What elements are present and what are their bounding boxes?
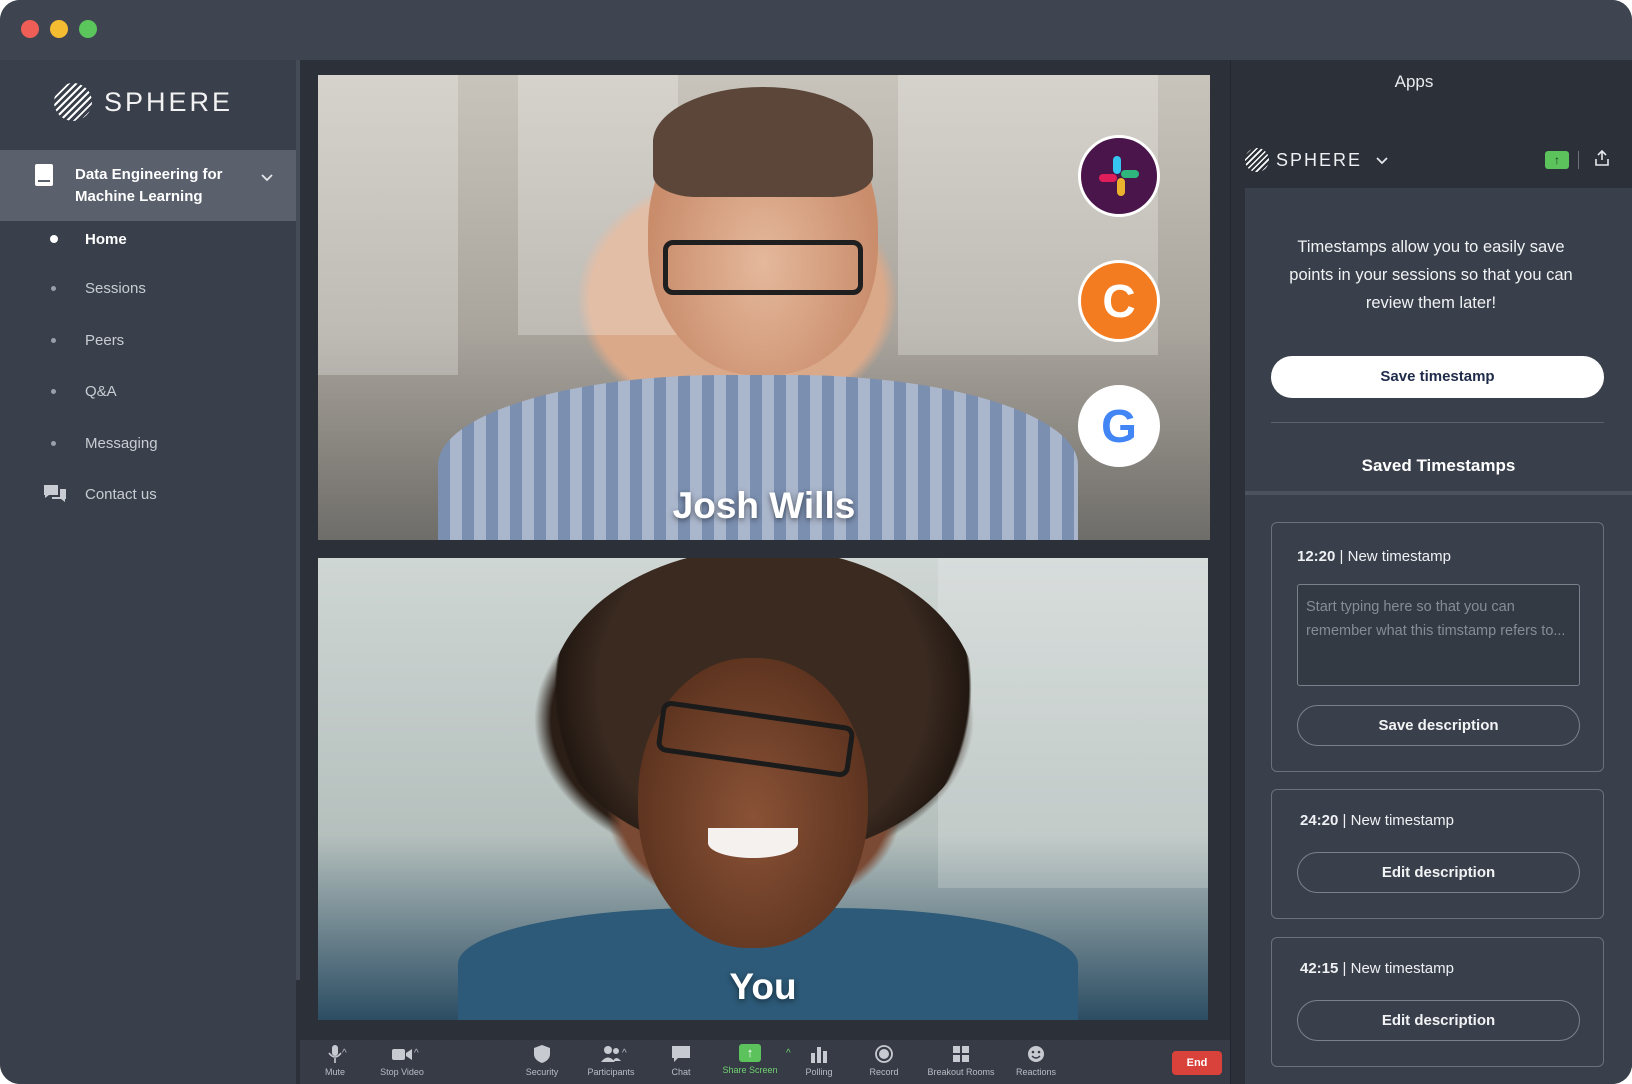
chevron-up-icon[interactable]: ^ [414,1048,419,1059]
chevron-up-icon[interactable]: ^ [342,1048,347,1059]
share-icon[interactable] [1595,150,1609,166]
shield-icon [534,1045,550,1063]
sidebar-item-qa[interactable]: Q&A [0,373,296,409]
video-camera-icon [392,1049,412,1060]
sidebar-item-label: Messaging [85,434,158,452]
bar-chart-icon [811,1047,827,1063]
divider [1271,422,1604,423]
end-meeting-button[interactable]: End [1172,1051,1222,1075]
bullet-icon [51,337,56,343]
apps-panel: Apps SPHERE ↑ Timestamps allow you to ea… [1231,60,1632,1084]
video-tile-you[interactable]: You [318,558,1208,1020]
tool-label: Stop Video [380,1067,424,1077]
sidebar-item-contact-us[interactable]: Contact us [0,476,296,512]
participant-glasses [663,240,863,295]
reactions-button[interactable]: Reactions [991,1044,1081,1077]
participant-name: Josh Wills [672,485,856,526]
sidebar-item-home[interactable]: Home [0,221,296,257]
timestamp-card: 12:20 | New timestamp Start typing here … [1271,522,1604,772]
timestamp-heading: 42:15 | New timestamp [1300,960,1454,977]
sidebar-item-label: Home [85,230,127,248]
intro-text: Timestamps allow you to easily save poin… [1289,238,1573,312]
edit-description-button[interactable]: Edit description [1297,1000,1580,1041]
book-icon [35,164,53,186]
participant-hair [653,87,873,197]
timestamp-time: 12:20 [1297,548,1336,565]
chevron-down-icon [261,174,273,182]
chat-icon [672,1046,690,1062]
timestamp-title: New timestamp [1350,960,1454,977]
bullet-icon [51,388,56,394]
timestamp-card: 24:20 | New timestamp Edit description [1271,789,1604,919]
chevron-down-icon[interactable] [1376,154,1388,166]
sidebar-item-messaging[interactable]: Messaging [0,425,296,461]
sidebar-item-sessions[interactable]: Sessions [0,270,296,306]
timestamp-heading: 12:20 | New timestamp [1297,548,1451,565]
divider [1245,491,1632,495]
record-icon [875,1045,893,1063]
c-app-button[interactable]: C [1078,260,1160,342]
app-window: SPHERE Data Engineering for Machine Lear… [0,0,1632,1084]
upload-icon[interactable]: ↑ [1545,151,1569,169]
video-area: Josh Wills C G You Mute ^ Stop Video ^ S… [300,60,1230,1084]
timestamp-description-input[interactable]: Start typing here so that you can rememb… [1297,584,1580,686]
emoji-icon [1028,1046,1044,1062]
participant-name: You [729,966,797,1007]
save-timestamp-button[interactable]: Save timestamp [1271,356,1604,398]
sidebar: SPHERE Data Engineering for Machine Lear… [0,60,298,1084]
video-tile-josh[interactable]: Josh Wills C G [318,75,1210,540]
background-window [938,558,1208,888]
course-title: Data Engineering for Machine Learning [75,166,223,205]
chat-bubbles-icon [44,485,66,502]
participants-icon [601,1046,621,1062]
timestamp-heading: 24:20 | New timestamp [1300,812,1454,829]
c-logo-icon: C [1102,275,1136,327]
tool-label: Reactions [1015,1067,1057,1077]
sphere-logo-icon [54,83,92,121]
bullet-icon [51,440,56,446]
sidebar-item-label: Contact us [85,485,157,503]
timestamp-time: 24:20 [1300,812,1339,829]
maximize-window-button[interactable] [79,20,97,38]
timestamps-panel: Timestamps allow you to easily save poin… [1245,188,1632,1084]
title-bar [0,0,1632,60]
timestamp-title: New timestamp [1347,548,1451,565]
participant-smile [708,828,798,858]
sidebar-item-label: Peers [85,331,125,349]
brand-name: SPHERE [104,86,234,117]
slack-app-button[interactable] [1078,135,1160,217]
course-selector[interactable]: Data Engineering for Machine Learning [0,150,298,221]
app-switcher[interactable]: SPHERE ↑ [1245,140,1632,180]
edit-description-button[interactable]: Edit description [1297,852,1580,893]
google-app-button[interactable]: G [1078,385,1160,467]
chevron-up-icon[interactable]: ^ [622,1048,627,1059]
meeting-toolbar: Mute ^ Stop Video ^ Security Participant… [300,1040,1230,1084]
share-screen-icon: ↑ [739,1044,761,1062]
sphere-logo[interactable]: SPHERE [54,82,233,122]
timestamp-title: New timestamp [1350,812,1454,829]
stop-video-button[interactable]: Stop Video [357,1044,447,1077]
slack-icon [1097,154,1141,198]
sidebar-item-peers[interactable]: Peers [0,322,296,358]
sphere-logo-icon [1245,148,1269,172]
bullet-icon [50,235,58,243]
background-window [318,75,458,375]
close-window-button[interactable] [21,20,39,38]
google-icon: G [1101,400,1137,452]
timestamp-time: 42:15 [1300,960,1339,977]
grid-icon [953,1046,969,1062]
app-name: SPHERE [1276,149,1363,170]
sidebar-item-label: Q&A [85,382,117,400]
bullet-icon [51,285,56,291]
header-separator [1578,151,1579,169]
panel-title: Apps [1394,72,1434,91]
timestamp-card: 42:15 | New timestamp Edit description [1271,937,1604,1067]
sidebar-item-label: Sessions [85,279,146,297]
save-description-button[interactable]: Save description [1297,705,1580,746]
saved-timestamps-heading: Saved Timestamps [1361,456,1516,475]
minimize-window-button[interactable] [50,20,68,38]
